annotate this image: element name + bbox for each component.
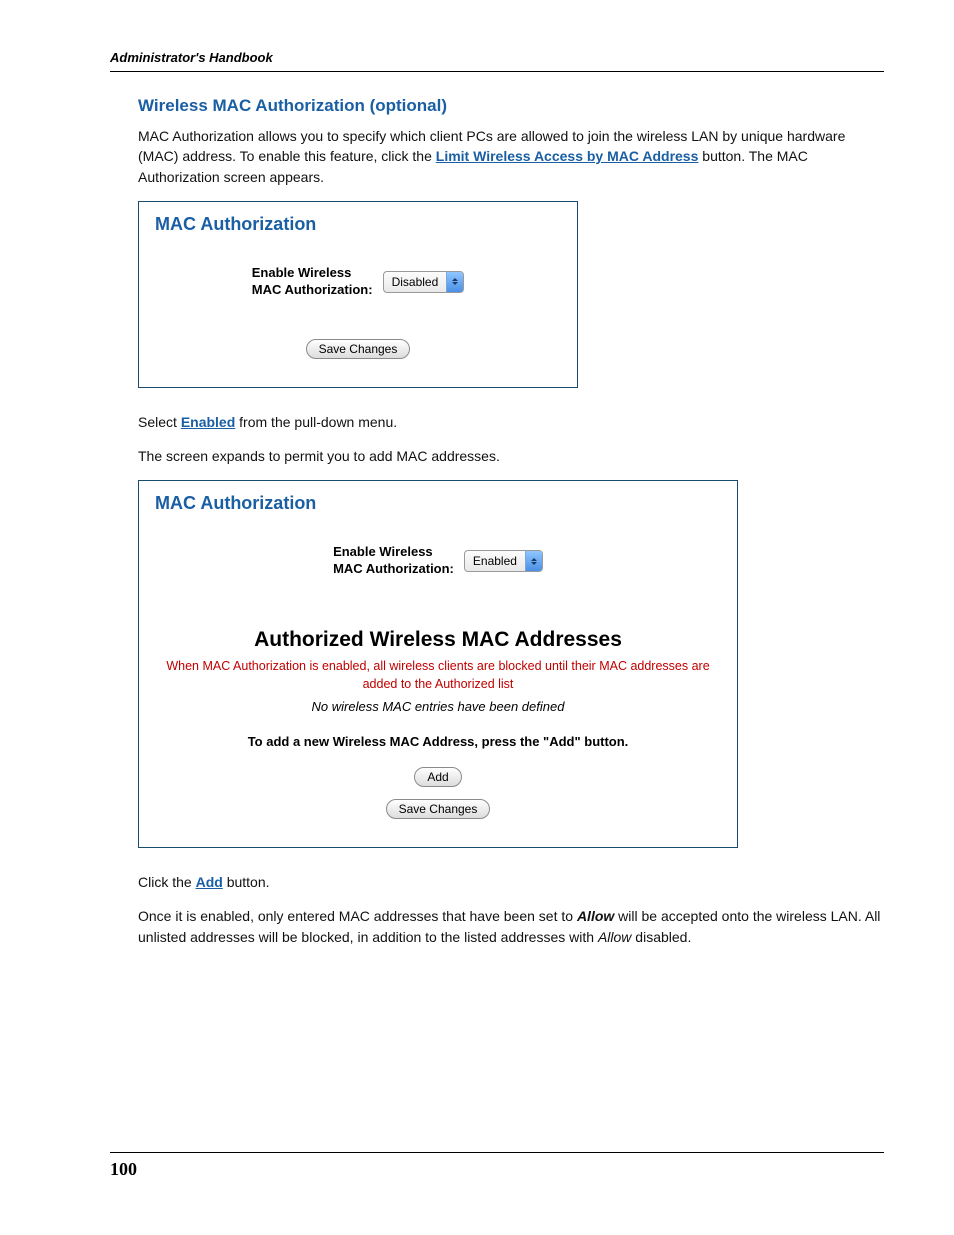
enable-mac-auth-label: Enable Wireless MAC Authorization:	[333, 544, 454, 578]
section-title: Wireless MAC Authorization (optional)	[110, 96, 884, 116]
panel-title: MAC Authorization	[155, 493, 721, 514]
save-changes-button[interactable]: Save Changes	[386, 799, 491, 819]
empty-state-text: No wireless MAC entries have been define…	[155, 699, 721, 714]
page-number: 100	[110, 1159, 884, 1180]
allow-keyword: Allow	[577, 908, 614, 924]
select-enabled-paragraph: Select Enabled from the pull-down menu.	[110, 412, 884, 432]
authorized-addresses-heading: Authorized Wireless MAC Addresses	[155, 628, 721, 652]
text: from the pull-down menu.	[239, 414, 397, 430]
chevron-updown-icon	[525, 551, 542, 571]
text: Once it is enabled, only entered MAC add…	[138, 908, 577, 924]
enable-mac-auth-label: Enable Wireless MAC Authorization:	[252, 265, 373, 299]
add-link[interactable]: Add	[196, 874, 223, 890]
mac-auth-panel-disabled: MAC Authorization Enable Wireless MAC Au…	[138, 201, 578, 388]
enabled-link[interactable]: Enabled	[181, 414, 235, 430]
expand-paragraph: The screen expands to permit you to add …	[110, 446, 884, 466]
add-instruction-text: To add a new Wireless MAC Address, press…	[155, 734, 721, 749]
intro-paragraph: MAC Authorization allows you to specify …	[110, 126, 884, 187]
add-button[interactable]: Add	[414, 767, 461, 787]
select-value: Disabled	[384, 275, 447, 289]
header-rule	[110, 71, 884, 72]
chevron-updown-icon	[446, 272, 463, 292]
footer-rule	[110, 1152, 884, 1153]
allow-keyword: Allow	[598, 929, 631, 945]
running-header: Administrator's Handbook	[110, 50, 884, 65]
limit-wireless-link[interactable]: Limit Wireless Access by MAC Address	[436, 148, 699, 164]
text: Select	[138, 414, 181, 430]
select-value: Enabled	[465, 554, 525, 568]
enable-mac-auth-select[interactable]: Enabled	[464, 550, 543, 572]
text: disabled.	[635, 929, 691, 945]
text: button.	[227, 874, 270, 890]
panel-title: MAC Authorization	[155, 214, 561, 235]
warning-text: When MAC Authorization is enabled, all w…	[165, 658, 711, 693]
enable-mac-auth-select[interactable]: Disabled	[383, 271, 465, 293]
click-add-paragraph: Click the Add button.	[110, 872, 884, 892]
mac-auth-panel-enabled: MAC Authorization Enable Wireless MAC Au…	[138, 480, 738, 848]
allow-behavior-paragraph: Once it is enabled, only entered MAC add…	[110, 906, 884, 947]
save-changes-button[interactable]: Save Changes	[306, 339, 411, 359]
text: Click the	[138, 874, 196, 890]
